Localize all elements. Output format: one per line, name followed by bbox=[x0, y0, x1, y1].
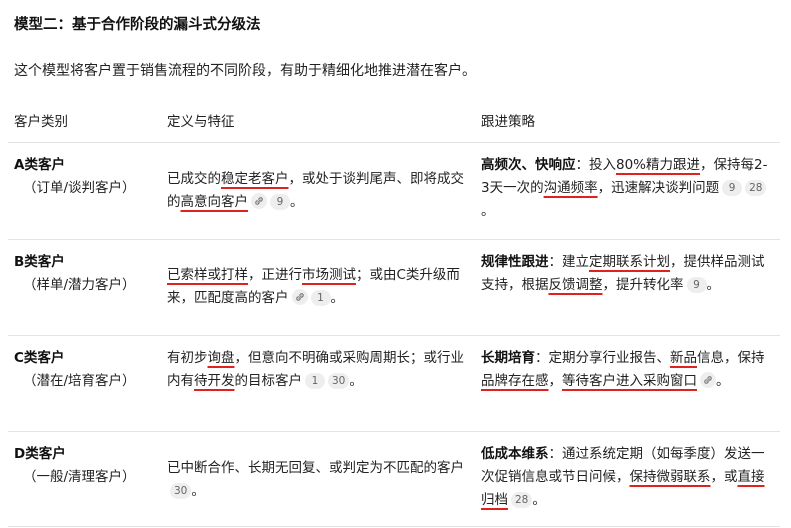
strategy-lead: 规律性跟进 bbox=[481, 254, 549, 270]
citation-badge[interactable]: 30 bbox=[170, 483, 192, 499]
text: ，迅速解决谈判问题 bbox=[597, 180, 720, 196]
definition-cell-b: 已索样或打样，正进行市场测试；或由C类升级而来，匹配度高的客户 1。 bbox=[167, 264, 467, 310]
strategy-lead: 高频次、快响应 bbox=[481, 157, 576, 173]
highlighted-text: 80%精力跟进 bbox=[616, 157, 701, 173]
strategy-cell-a: 高频次、快响应：投入80%精力跟进，保持每2-3天一次的沟通频率，迅速解决谈判问… bbox=[481, 154, 771, 223]
text: 。 bbox=[481, 203, 495, 219]
highlighted-text: 定期联系计划 bbox=[589, 254, 670, 270]
citation-badge[interactable]: 1 bbox=[305, 373, 325, 389]
citation-badge[interactable]: 9 bbox=[686, 277, 707, 293]
citation-badge[interactable]: 30 bbox=[328, 373, 350, 389]
text: 。 bbox=[290, 194, 304, 210]
citation-badge[interactable]: 28 bbox=[745, 180, 767, 196]
highlighted-text: 品牌存在感 bbox=[481, 373, 549, 389]
text: ：建立 bbox=[548, 254, 590, 270]
strategy-lead: 低成本维系 bbox=[481, 446, 549, 462]
text: ：定期分享行业报告、 bbox=[535, 350, 670, 366]
category-cell-c: C类客户 （潜在/培育客户） bbox=[14, 347, 154, 393]
header-category: 客户类别 bbox=[14, 114, 68, 130]
highlighted-text: 保持微弱联系 bbox=[629, 469, 711, 485]
table-rule bbox=[8, 335, 780, 336]
category-subtitle: （一般/清理客户） bbox=[23, 469, 136, 485]
highlighted-text: 等待客户进入采购窗口 bbox=[562, 373, 697, 389]
highlighted-text: 反馈调整 bbox=[548, 277, 603, 293]
highlighted-text: 沟通频率 bbox=[543, 180, 598, 196]
text: 有初步 bbox=[167, 350, 208, 366]
link-icon[interactable] bbox=[291, 289, 308, 305]
text: ，提升转化率 bbox=[602, 277, 684, 293]
definition-cell-d: 已中断合作、长期无回复、或判定为不匹配的客户 30。 bbox=[167, 457, 467, 503]
text: ：投入 bbox=[575, 157, 617, 173]
link-icon[interactable] bbox=[700, 372, 716, 388]
highlighted-text: 询盘 bbox=[207, 350, 235, 366]
strategy-lead: 长期培育 bbox=[481, 350, 535, 366]
highlighted-text: 高意向客户 bbox=[180, 194, 249, 210]
text: ， bbox=[548, 373, 563, 389]
section-heading: 模型二：基于合作阶段的漏斗式分级法 bbox=[14, 17, 261, 33]
table-rule bbox=[8, 431, 780, 432]
intro-text: 这个模型将客户置于销售流程的不同阶段，有助于精细化地推进潜在客户。 bbox=[14, 63, 476, 79]
link-icon[interactable] bbox=[251, 193, 267, 209]
category-cell-a: A类客户 （订单/谈判客户） bbox=[14, 154, 154, 200]
category-name: A类客户 bbox=[14, 157, 65, 173]
strategy-cell-c: 长期培育：定期分享行业报告、新品信息，保持品牌存在感，等待客户进入采购窗口 。 bbox=[481, 347, 771, 393]
text: 。 bbox=[330, 290, 345, 306]
category-name: D类客户 bbox=[14, 446, 66, 462]
category-name: B类客户 bbox=[14, 254, 65, 270]
highlighted-text: 稳定老客户 bbox=[221, 171, 289, 187]
text: 。 bbox=[532, 492, 546, 508]
category-name: C类客户 bbox=[14, 350, 65, 366]
strategy-cell-d: 低成本维系：通过系统定期（如每季度）发送一次促销信息或节日问候，保持微弱联系，或… bbox=[481, 443, 771, 512]
header-strategy: 跟进策略 bbox=[481, 114, 535, 130]
text: 。 bbox=[191, 483, 205, 499]
text: ，或 bbox=[710, 469, 738, 485]
category-cell-b: B类客户 （样单/潜力客户） bbox=[14, 251, 154, 297]
definition-cell-a: 已成交的稳定老客户，或处于谈判尾声、即将成交的高意向客户 9。 bbox=[167, 168, 467, 214]
highlighted-text: 新品 bbox=[670, 350, 697, 366]
category-cell-d: D类客户 （一般/清理客户） bbox=[14, 443, 154, 489]
text: 。 bbox=[716, 373, 730, 389]
text: 。 bbox=[706, 277, 721, 293]
definition-cell-c: 有初步询盘，但意向不明确或采购周期长；或行业内有待开发的目标客户 1 30。 bbox=[167, 347, 467, 393]
category-subtitle: （样单/潜力客户） bbox=[23, 277, 136, 293]
text: 信息，保持 bbox=[697, 350, 765, 366]
category-subtitle: （潜在/培育客户） bbox=[23, 373, 136, 389]
category-subtitle: （订单/谈判客户） bbox=[23, 180, 136, 196]
text: 的目标客户 bbox=[234, 373, 303, 389]
table-rule bbox=[8, 142, 780, 143]
citation-badge[interactable]: 9 bbox=[722, 180, 743, 196]
highlighted-text: 已索样或打样 bbox=[167, 267, 248, 283]
highlighted-text: 市场测试 bbox=[302, 267, 356, 283]
strategy-cell-b: 规律性跟进：建立定期联系计划，提供样品测试支持，根据反馈调整，提升转化率 9。 bbox=[481, 251, 771, 297]
text: ，正进行 bbox=[248, 267, 302, 283]
citation-badge[interactable]: 28 bbox=[511, 492, 533, 508]
citation-badge[interactable]: 1 bbox=[310, 290, 331, 306]
text: 已中断合作、长期无回复、或判定为不匹配的客户 bbox=[167, 460, 464, 476]
header-definition: 定义与特征 bbox=[167, 114, 235, 130]
table-rule bbox=[8, 239, 780, 240]
highlighted-text: 待开发 bbox=[194, 373, 235, 389]
text: 。 bbox=[349, 373, 363, 389]
table-rule bbox=[8, 526, 780, 527]
citation-badge[interactable]: 9 bbox=[270, 194, 290, 210]
text: 已成交的 bbox=[167, 171, 221, 187]
